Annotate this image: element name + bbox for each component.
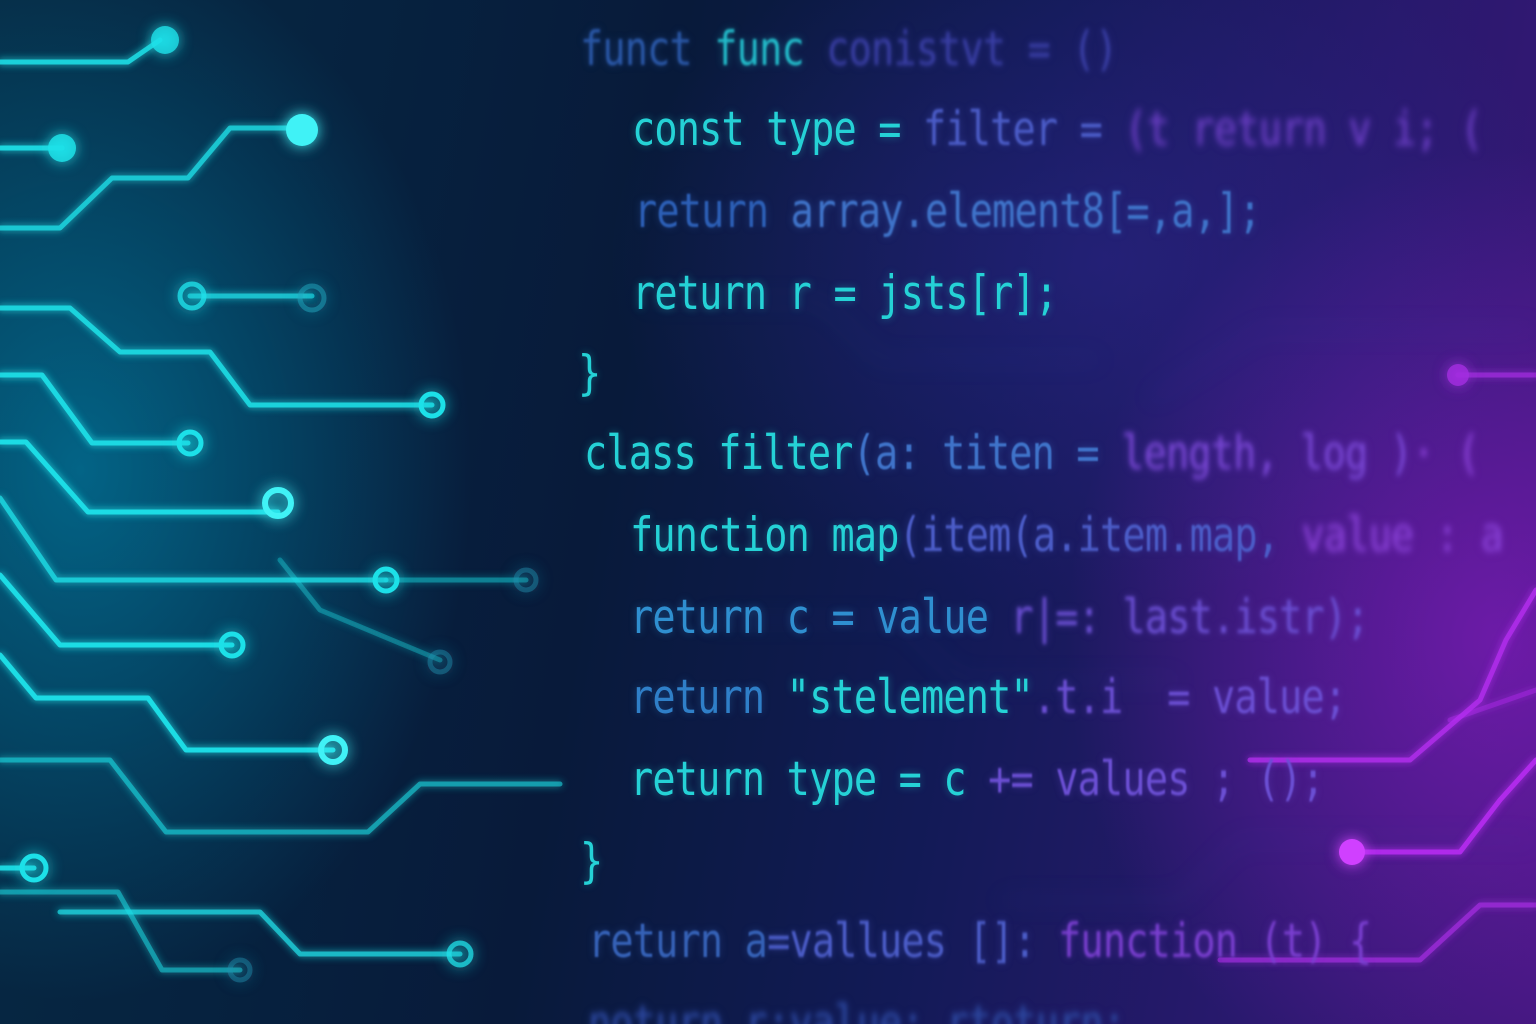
code-token: }	[578, 346, 601, 401]
code-token: return	[634, 184, 791, 239]
code-line: function map(item(a.item.map, value : a	[630, 508, 1504, 564]
code-text-block: funct func conistvt = () const type = fil…	[0, 0, 1536, 1024]
code-token: function (t) {	[1058, 914, 1372, 969]
code-line: }	[580, 834, 603, 890]
code-token: += values ; ();	[988, 752, 1325, 807]
code-token: class filter	[584, 426, 853, 481]
code-token: (item(a.item.map,	[898, 508, 1302, 563]
code-token: length, log )	[1121, 426, 1413, 481]
code-line: const type = filter = (t return v i; (	[632, 102, 1483, 158]
code-token: noturn r:value: rtoturn:	[588, 996, 1126, 1024]
code-token: value : a	[1301, 508, 1504, 563]
code-line: return "stelement".t.i = value;	[630, 670, 1347, 726]
code-token: "stelement"	[786, 670, 1034, 725]
code-token: const type =	[632, 102, 923, 157]
code-token: array.element8[=,a,];	[790, 184, 1262, 239]
code-line: funct func conistvt = ()	[580, 22, 1118, 78]
code-line: }	[578, 346, 601, 402]
code-token: · (	[1412, 426, 1480, 481]
code-token: conistvt = ()	[826, 22, 1118, 77]
code-token: func	[714, 22, 827, 77]
code-token: .t.i = value;	[1032, 670, 1347, 725]
code-line: return r = jsts[r];	[632, 266, 1058, 322]
code-token: =vallues []:	[767, 914, 1059, 969]
code-token: function map	[630, 508, 899, 563]
code-token: return type = c	[630, 752, 989, 807]
code-line: return array.element8[=,a,];	[634, 184, 1262, 240]
code-line: class filter(a: titen = length, log )· (	[584, 426, 1480, 482]
code-line: return a=vallues []: function (t) {	[588, 914, 1372, 970]
code-token: r|=: last.istr);	[1010, 590, 1370, 645]
code-token: (a: titen =	[852, 426, 1122, 481]
code-line: noturn r:value: rtoturn:	[588, 996, 1126, 1024]
code-token: funct	[580, 22, 715, 77]
code-line: return c = value r|=: last.istr);	[630, 590, 1369, 646]
code-token: return c = value	[630, 590, 1011, 645]
code-token: return r = jsts[r];	[632, 266, 1058, 321]
code-token: filter =	[922, 102, 1125, 157]
code-token: return	[630, 670, 787, 725]
code-background-scene: funct func conistvt = () const type = fil…	[0, 0, 1536, 1024]
code-line: return type = c += values ; ();	[630, 752, 1325, 808]
code-token: return a	[588, 914, 768, 969]
code-token: }	[580, 834, 603, 889]
code-token: (t return v i; (	[1124, 102, 1483, 157]
